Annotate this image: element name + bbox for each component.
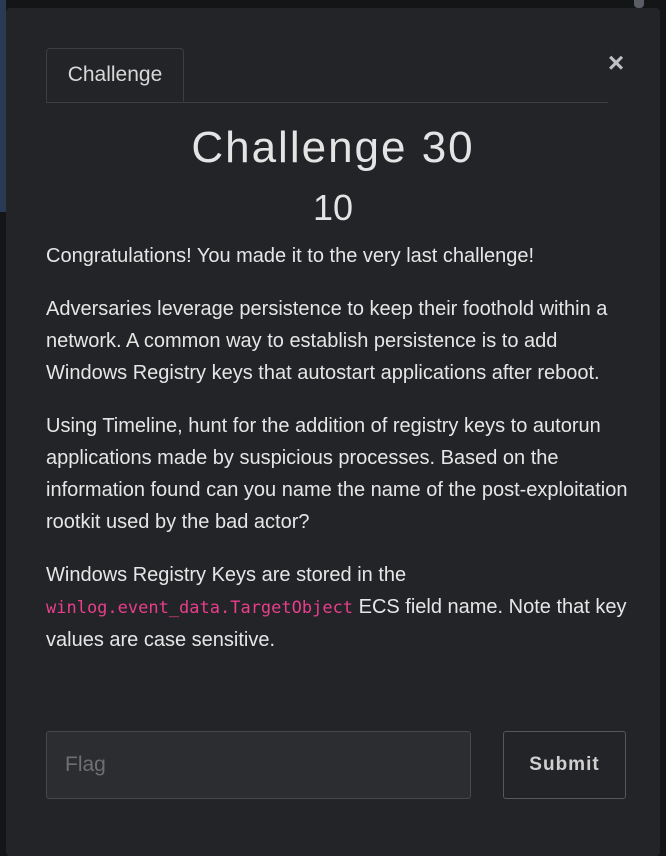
flag-input[interactable] xyxy=(46,731,471,799)
submit-button[interactable]: Submit xyxy=(503,731,626,799)
challenge-description: Congratulations! You made it to the very… xyxy=(46,240,636,677)
challenge-points: 10 xyxy=(312,187,354,228)
ecs-field-code: winlog.event_data.TargetObject xyxy=(46,598,354,618)
description-paragraph: Adversaries leverage persistence to keep… xyxy=(46,298,608,384)
background-scrollbar[interactable] xyxy=(634,0,644,8)
description-paragraph: Windows Registry Keys are stored in the … xyxy=(46,559,636,656)
challenge-title: Challenge 30 xyxy=(191,123,475,172)
close-icon[interactable]: × xyxy=(604,48,628,78)
challenge-modal: Challenge × Challenge 30 10 Congratulati… xyxy=(6,8,660,856)
modal-tab-bar: Challenge xyxy=(46,48,608,103)
tab-challenge[interactable]: Challenge xyxy=(46,48,184,102)
description-paragraph: Congratulations! You made it to the very… xyxy=(46,245,535,267)
tab-challenge-label: Challenge xyxy=(67,63,163,86)
description-paragraph: Using Timeline, hunt for the addition of… xyxy=(46,415,628,533)
description-text: Windows Registry Keys are stored in the xyxy=(46,564,407,586)
